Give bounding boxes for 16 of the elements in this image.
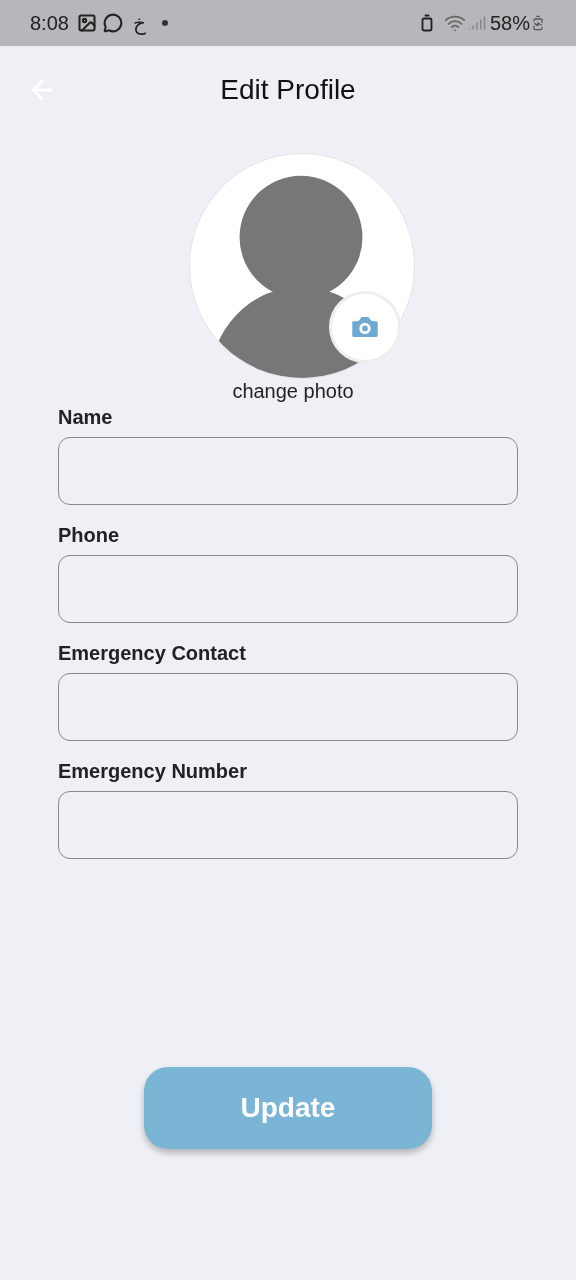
input-field[interactable] (58, 791, 518, 859)
input-field[interactable] (58, 555, 518, 623)
change-photo-link[interactable]: change photo (232, 379, 354, 403)
status-time: 8:08 (30, 11, 69, 36)
page-title: Edit Profile (220, 73, 356, 107)
field-label: Name (58, 405, 114, 429)
field-label: Emergency Number (58, 759, 248, 783)
notification-letter: خ (132, 11, 146, 37)
field-label: Emergency Contact (58, 641, 247, 665)
chat-icon (102, 13, 123, 33)
field-label: Phone (58, 523, 121, 547)
input-field[interactable] (58, 673, 518, 741)
signal-icon (467, 14, 486, 32)
gallery-icon (76, 13, 97, 33)
battery-percent: 58% (489, 11, 530, 36)
input-field[interactable] (58, 437, 518, 505)
